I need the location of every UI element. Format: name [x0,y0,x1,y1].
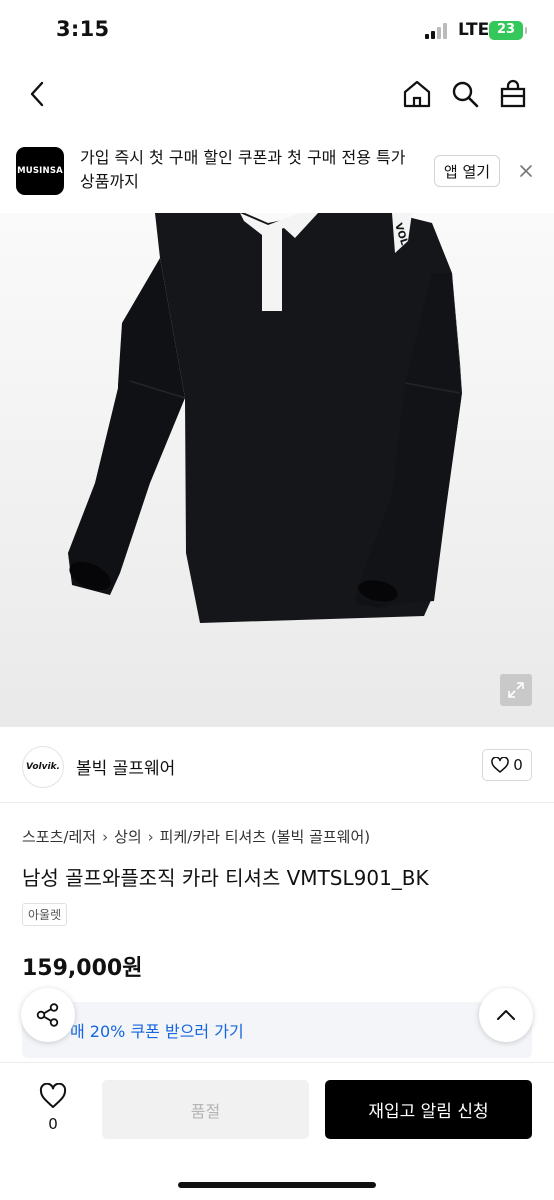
chevron-left-icon [30,81,44,107]
battery-level: 23 [496,22,516,37]
chevron-right-icon: › [102,827,109,846]
search-icon [452,81,479,108]
app-install-banner: MUSINSA 가입 즉시 첫 구매 할인 쿠폰과 첫 구매 전용 특가 상품까… [0,130,554,213]
battery-icon: 23 [489,21,527,40]
breadcrumb: 스포츠/레저 › 상의 › 피케/카라 티셔츠 (볼빅 골프웨어) [22,826,370,847]
share-button[interactable] [21,988,75,1042]
coupon-banner[interactable]: 매 20% 쿠폰 받으러 가기 [22,1002,532,1058]
signal-icon [425,23,451,39]
soldout-button: 품절 [102,1080,309,1139]
brand-name[interactable]: 볼빅 골프웨어 [76,754,175,779]
breadcrumb-item[interactable]: 스포츠/레저 [22,826,96,847]
home-indicator [178,1182,376,1188]
chevron-right-icon: › [147,827,154,846]
coupon-text: 매 20% 쿠폰 받으러 가기 [70,1022,244,1041]
cart-button[interactable] [493,74,533,114]
musinsa-logo: MUSINSA [16,147,64,195]
brand-row: Volvik. 볼빅 골프웨어 0 [0,727,554,803]
open-app-button[interactable]: 앱 열기 [434,155,500,187]
chevron-up-icon [497,1010,515,1020]
top-nav [0,60,554,130]
restock-notify-button[interactable]: 재입고 알림 신청 [325,1080,532,1139]
wishlist-button[interactable]: 0 [26,1079,80,1133]
product-image[interactable]: VOL [0,213,554,727]
outlet-badge: 아울렛 [22,903,68,926]
expand-icon [508,682,524,698]
brand-like-button[interactable]: 0 [482,749,532,781]
home-icon [403,80,431,108]
share-icon [36,1003,59,1027]
status-bar: 3:15 LTE 23 [0,0,554,60]
banner-message: 가입 즉시 첫 구매 할인 쿠폰과 첫 구매 전용 특가 상품까지 [80,148,406,191]
close-icon [520,165,532,177]
close-banner-button[interactable] [516,161,536,181]
breadcrumb-item[interactable]: 상의 [114,826,142,847]
heart-icon [491,757,509,773]
expand-image-button[interactable] [500,674,532,706]
network-label: LTE [458,20,490,40]
brand-like-count: 0 [513,756,523,774]
shopping-bag-icon [500,79,526,108]
search-button[interactable] [445,74,485,114]
heart-icon [39,1083,67,1108]
back-button[interactable] [18,74,58,114]
product-price: 159,000원 [22,956,143,981]
bottom-action-bar: 0 품절 재입고 알림 신청 [0,1062,554,1200]
breadcrumb-item[interactable]: 피케/카라 티셔츠 (볼빅 골프웨어) [160,826,370,847]
status-time: 3:15 [56,17,110,41]
product-title: 남성 골프와플조직 카라 티셔츠 VMTSL901_BK [22,866,429,890]
scroll-top-button[interactable] [479,988,533,1042]
shirt-illustration: VOL [68,213,462,623]
wishlist-count: 0 [48,1115,58,1133]
brand-logo[interactable]: Volvik. [22,746,64,788]
home-button[interactable] [397,74,437,114]
